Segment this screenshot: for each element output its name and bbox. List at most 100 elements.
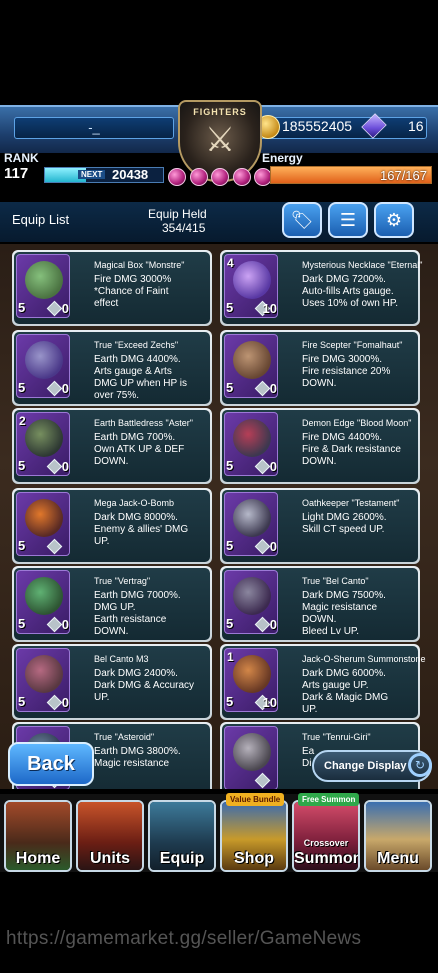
player-name[interactable]: -_ (14, 117, 174, 139)
equip-card[interactable]: 5 0 Magical Box "Monstre" Fire DMG 3000%… (12, 250, 212, 326)
equip-description: Earth DMG 7000%. DMG UP. Earth resistanc… (94, 590, 181, 637)
equipment-icon (25, 419, 63, 457)
equip-count: 10 (262, 695, 277, 710)
equip-count: 0 (269, 459, 277, 474)
material-icon (46, 458, 63, 475)
equip-description: Fire DMG 4400%. Fire & Dark resistance D… (302, 432, 401, 467)
equip-level: 5 (18, 694, 26, 709)
equip-held-value: 354/415 (162, 221, 206, 235)
refresh-icon[interactable]: ↻ (408, 753, 432, 777)
equip-thumbnail: 5 0 (224, 570, 278, 634)
nav-units[interactable]: Units (76, 800, 144, 872)
rank-value: 117 (4, 165, 29, 182)
energy-label: Energy (262, 151, 303, 165)
equip-level: 5 (226, 458, 234, 473)
equip-enhance-number: 2 (19, 414, 26, 428)
crossed-swords-icon: ⚔ (204, 121, 236, 159)
equipment-icon (233, 499, 271, 537)
equip-description: Earth DMG 4400%. Arts gauge & Arts DMG U… (94, 354, 187, 401)
equip-description: Dark DMG 2400%. Dark DMG & Accuracy UP. (94, 668, 195, 703)
equip-name: Mega Jack-O-Bomb (94, 498, 175, 508)
nav-shop[interactable]: Shop (220, 800, 288, 872)
equip-card[interactable]: 5 Mega Jack-O-Bomb Dark DMG 8000%. Enemy… (12, 488, 212, 564)
material-icon (254, 538, 271, 555)
equip-list-title: Equip List (12, 212, 70, 227)
equip-thumbnail (224, 726, 278, 789)
material-icon (254, 380, 271, 397)
free-summon-badge: Free Summon (298, 793, 360, 806)
material-icon (254, 616, 271, 633)
equip-level: 5 (226, 694, 234, 709)
equip-description: Fire DMG 3000%. Fire resistance 20% DOWN… (302, 354, 391, 389)
equip-card[interactable]: 1 5 10 Jack-O-Sherum Summonstone Dark DM… (220, 644, 426, 720)
material-icon (46, 380, 63, 397)
tag-icon: 🏷 (290, 210, 314, 230)
energy-value: 167/167 (380, 168, 427, 183)
energy-bar: 167/167 (270, 166, 432, 184)
sort-icon: ☰ (339, 210, 357, 230)
settings-button[interactable]: ⚙ (374, 202, 414, 238)
equipment-icon (233, 419, 271, 457)
equip-level: 5 (18, 380, 26, 395)
material-icon (254, 458, 271, 475)
nav-units-label: Units (90, 850, 130, 867)
equip-card[interactable]: 4 5 10 Mysterious Necklace "Eternal" Dar… (220, 250, 422, 326)
equip-description: Fire DMG 3000% *Chance of Faint effect (94, 274, 172, 309)
equip-thumbnail: 5 0 (16, 254, 70, 318)
equipment-icon (25, 577, 63, 615)
equip-card[interactable]: 5 0 Fire Scepter "Fomalhaut" Fire DMG 30… (220, 330, 420, 406)
tag-button[interactable]: 🏷 (282, 202, 322, 238)
emblem-label: FIGHTERS (193, 107, 247, 117)
value-bundle-badge: Value Bundle (226, 793, 285, 806)
equip-count: 0 (61, 381, 69, 396)
equip-level: 5 (226, 300, 234, 315)
equip-card[interactable]: 5 0 True "Vertrag" Earth DMG 7000%. DMG … (12, 566, 212, 642)
equip-name: Demon Edge "Blood Moon" (302, 418, 412, 428)
equip-card[interactable]: 2 5 0 Earth Battledress "Aster" Earth DM… (12, 408, 212, 484)
equip-card[interactable]: 5 0 Bel Canto M3 Dark DMG 2400%. Dark DM… (12, 644, 212, 720)
watermark-url: https://gamemarket.gg/seller/GameNews (6, 928, 362, 949)
nav-equip-label: Equip (159, 850, 205, 867)
equip-card[interactable]: 5 0 Oathkeeper "Testament" Light DMG 260… (220, 488, 420, 564)
nav-home-label: Home (15, 850, 61, 867)
equip-description: Dark DMG 7500%. Magic resistance DOWN. B… (302, 590, 386, 637)
equip-count: 0 (61, 459, 69, 474)
equip-description: Earth DMG 700%. Own ATK UP & DEF DOWN. (94, 432, 185, 467)
equip-count: 0 (61, 695, 69, 710)
equip-held-label: Equip Held (148, 207, 207, 221)
nav-equip[interactable]: Equip (148, 800, 216, 872)
back-button[interactable]: Back (8, 742, 94, 786)
equipment-icon (25, 499, 63, 537)
equip-description: Dark DMG 8000%. Enemy & allies' DMG UP. (94, 512, 189, 547)
nav-summon[interactable]: Crossover Summon (292, 800, 360, 872)
equip-description: Light DMG 2600%. Skill CT speed UP. (302, 512, 387, 535)
equipment-icon (25, 655, 63, 693)
nav-shop-label: Shop (234, 850, 274, 867)
equip-name: True "Vertrag" (94, 576, 151, 586)
orb-icon (232, 168, 251, 186)
equip-description: Dark DMG 7200%. Auto-fills Arts gauge. U… (302, 274, 398, 309)
crossover-label: Crossover (303, 838, 349, 848)
equip-count: 0 (269, 381, 277, 396)
equip-name: Jack-O-Sherum Summonstone (302, 654, 426, 664)
equip-name: Bel Canto M3 (94, 654, 149, 664)
equip-thumbnail: 5 0 (16, 570, 70, 634)
nav-menu[interactable]: Menu (364, 800, 432, 872)
equip-thumbnail: 1 5 10 (224, 648, 278, 712)
equip-card[interactable]: 5 0 Demon Edge "Blood Moon" Fire DMG 440… (220, 408, 420, 484)
equipment-icon (233, 577, 271, 615)
equip-list[interactable]: 5 0 Magical Box "Monstre" Fire DMG 3000%… (0, 244, 438, 789)
equip-card[interactable]: 5 0 True "Bel Canto" Dark DMG 7500%. Mag… (220, 566, 420, 642)
equip-level: 5 (18, 616, 26, 631)
orb-icon (168, 168, 186, 186)
equip-card[interactable]: 5 0 True "Exceed Zechs" Earth DMG 4400%.… (12, 330, 212, 406)
equip-name: True "Asteroid" (94, 732, 155, 742)
equip-name: True "Tenrui-Giri" (302, 732, 371, 742)
sort-button[interactable]: ☰ (328, 202, 368, 238)
equip-level: 5 (226, 616, 234, 631)
equip-count: 0 (61, 301, 69, 316)
equipment-icon (25, 261, 63, 299)
nav-home[interactable]: Home (4, 800, 72, 872)
material-icon (46, 694, 63, 711)
equip-name: Earth Battledress "Aster" (94, 418, 193, 428)
